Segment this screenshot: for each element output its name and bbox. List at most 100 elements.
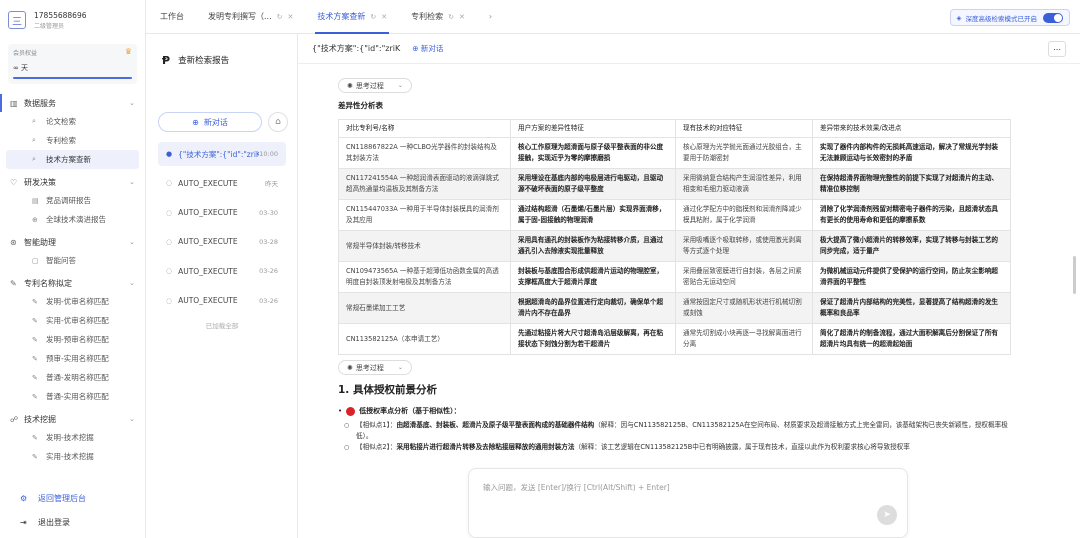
sidebar-item-icon: ⌕ — [32, 136, 36, 144]
point-label: 【相似点2】： — [356, 443, 397, 451]
sidebar-item-2-0[interactable]: ▢ 智能问答 — [6, 251, 139, 270]
points-list: 【相似点1】：由超滑基底、封装板、超滑片及原子级平整表面构成的基础器件结构 （解释… — [338, 420, 1018, 453]
sidebar-item-label: 实用-优审名称匹配 — [46, 316, 109, 325]
shield-icon: ◈ — [956, 13, 962, 22]
sidebar-item-4-1[interactable]: ✎ 实用-技术挖掘 — [6, 447, 139, 466]
table-row: 常规石墨烯加工工艺 根据超滑岛的晶界位置进行定向裁切，确保单个超滑片内不存在晶界通… — [338, 292, 1011, 324]
refresh-icon[interactable]: ↻ — [448, 13, 454, 21]
close-icon[interactable]: ✕ — [288, 13, 294, 21]
table-cell: 核心工作原理为超滑面与原子级平整表面的非公度接触，实现近乎为零的摩擦磨损 — [510, 137, 676, 169]
toggle-switch[interactable] — [1043, 12, 1063, 23]
history-item-label: AUTO_EXECUTE — [178, 296, 238, 305]
table-cell: 采用埋设在基底内部的电极层进行电驱动，且驱动源不破坏表面的原子级平整度 — [510, 168, 676, 200]
sidebar-item-3-0[interactable]: ✎ 发明-优审名称匹配 — [6, 292, 139, 311]
sidebar-item-label: 论文检索 — [46, 117, 76, 126]
thinking-toggle[interactable]: ✺ 思考过程 ⌄ — [338, 78, 412, 93]
sidebar-item-icon: ⌕ — [32, 117, 36, 125]
tab-tech-novelty[interactable]: 技术方案查新 ↻ ✕ — [305, 0, 399, 34]
query-bar: {"技术方案":{"id":"zriK ⊕ 新对话 ⋯ — [298, 34, 1080, 64]
table-header: 对比专利号/名称 用户方案的差异性特征 现有技术的对应特征 差异带来的技术效果/改进点 — [338, 119, 1011, 138]
section-label: ☍ 技术挖掘 — [10, 414, 56, 425]
send-button[interactable]: ➤ — [877, 505, 897, 525]
table-row: CN113582125A（本申请工艺） 先通过粘接片将大尺寸超滑岛沿层级解离，再在… — [338, 323, 1011, 355]
chat-icon: ◌ — [166, 267, 173, 276]
history-item[interactable]: ◌ AUTO_EXECUTE 03-28 — [158, 230, 286, 254]
close-icon[interactable]: ✕ — [381, 13, 387, 21]
sidebar-item-label: 技术方案查新 — [46, 155, 91, 164]
analysis-section: 1. 具体授权前景分析 • 低授权率点分析（基于相似性）： 【相似点1】：由超滑… — [338, 382, 1018, 453]
table-cell: 通过结构超滑（石墨烯/石墨片层）实现界面滑移，属于固-固接触的物理润滑 — [510, 199, 676, 231]
scrollbar[interactable] — [1073, 256, 1076, 294]
tab-invention-draft[interactable]: 发明专利撰写（... ↻ ✕ — [196, 0, 305, 34]
history-item[interactable]: ◌ AUTO_EXECUTE 03-26 — [158, 259, 286, 283]
new-chat-button[interactable]: ⊕ 新对话 — [158, 112, 262, 132]
sidebar-item-label: 普通-实用名称匹配 — [46, 392, 109, 401]
sidebar-item-label: 发明-技术挖掘 — [46, 433, 94, 442]
table-cell: 根据超滑岛的晶界位置进行定向裁切，确保单个超滑片内不存在晶界 — [510, 292, 676, 324]
crown-icon: ♛ — [124, 47, 132, 56]
back-admin-link[interactable]: ⚙ 返回管理后台 — [0, 488, 145, 508]
new-chat-link[interactable]: ⊕ 新对话 — [412, 43, 443, 54]
tab-patent-search[interactable]: 专利检索 ↻ ✕ — [399, 0, 477, 34]
sidebar-item-0-1[interactable]: ⌕ 专利检索 — [6, 131, 139, 150]
sidebar-section-2[interactable]: ⊛ 智能助理 ⌄ — [0, 233, 145, 251]
sidebar-item-0-0[interactable]: ⌕ 论文检索 — [6, 112, 139, 131]
sidebar-item-1-1[interactable]: ⊕ 全球技术演进报告 — [6, 210, 139, 229]
tab-scroll-right[interactable]: › — [477, 0, 504, 34]
refresh-icon[interactable]: ↻ — [277, 13, 283, 21]
diff-table: 对比专利号/名称 用户方案的差异性特征 现有技术的对应特征 差异带来的技术效果/改进点… — [338, 119, 1011, 355]
member-label: 会员权益 — [13, 50, 38, 57]
input-placeholder: 输入问题，发送 [Enter]/换行 [Ctrl(Alt/Shift) + En… — [483, 483, 670, 492]
sidebar-item-3-3[interactable]: ✎ 预审-实用名称匹配 — [6, 349, 139, 368]
sidebar-section-3[interactable]: ✎ 专利名称拟定 ⌄ — [0, 274, 145, 292]
sidebar-item-3-2[interactable]: ✎ 发明-预审名称匹配 — [6, 330, 139, 349]
member-card[interactable]: 会员权益 ♛ ∞ 天 — [8, 44, 137, 84]
history-item-time: 昨天 — [265, 180, 278, 189]
history-item[interactable]: ◌ AUTO_EXECUTE 昨天 — [158, 171, 286, 195]
main-panel: {"技术方案":{"id":"zriK ⊕ 新对话 ⋯ ✺ 思考过程 ⌄ 差异性… — [298, 34, 1080, 538]
history-item[interactable]: ◌ AUTO_EXECUTE 03-26 — [158, 289, 286, 313]
sidebar-item-label: 智能问答 — [46, 256, 76, 265]
sidebar-item-3-4[interactable]: ✎ 普通-发明名称匹配 — [6, 368, 139, 387]
sidebar-item-3-1[interactable]: ✎ 实用-优审名称匹配 — [6, 311, 139, 330]
history-item[interactable]: ◌ AUTO_EXECUTE 03-30 — [158, 201, 286, 225]
close-icon[interactable]: ✕ — [459, 13, 465, 21]
sidebar-section-0[interactable]: ▥ 数据服务 ⌄ — [0, 94, 145, 112]
home-button[interactable]: ⌂ — [268, 112, 288, 132]
chevron-down-icon: ⌄ — [129, 279, 135, 287]
table-header-cell: 用户方案的差异性特征 — [510, 119, 676, 138]
chat-icon: ◌ — [166, 179, 173, 188]
sidebar-item-3-5[interactable]: ✎ 普通-实用名称匹配 — [6, 387, 139, 406]
logout-link[interactable]: ⇥ 退出登录 — [0, 512, 145, 532]
more-button[interactable]: ⋯ — [1048, 41, 1066, 57]
thinking-toggle-2[interactable]: ✺ 思考过程 ⌄ — [338, 360, 412, 375]
sidebar-section-1[interactable]: ♡ 研发决策 ⌄ — [0, 173, 145, 191]
plus-icon: ⊕ — [192, 117, 199, 127]
table-cell: 通常先切割成小块再逐一寻找解离面进行分离 — [675, 323, 813, 355]
tab-label: 工作台 — [160, 12, 184, 21]
history-item-label: AUTO_EXECUTE — [178, 208, 238, 218]
chevron-down-icon: ⌄ — [129, 99, 135, 107]
section-label-text: 数据服务 — [24, 98, 56, 108]
active-indicator — [0, 94, 2, 112]
sidebar-item-icon: ✎ — [32, 316, 38, 325]
section-label: ♡ 研发决策 — [10, 177, 56, 188]
chat-input[interactable]: 输入问题，发送 [Enter]/换行 [Ctrl(Alt/Shift) + En… — [468, 468, 908, 538]
history-title: 查新检索报告 — [178, 56, 230, 66]
table-cell: 封装板与基底围合形成供超滑片运动的物理腔室，支撑框高度大于超滑片厚度 — [510, 261, 676, 293]
deep-search-toggle[interactable]: ◈ 深度高级检索模式已开启 — [949, 9, 1070, 26]
sidebar-item-4-0[interactable]: ✎ 发明-技术挖掘 — [6, 428, 139, 447]
history-item[interactable]: ● {"技术方案":{"id":"zriK 10:00 — [158, 142, 286, 166]
sidebar-item-0-2[interactable]: ⌕ 技术方案查新 — [6, 150, 139, 169]
sidebar-section-4[interactable]: ☍ 技术挖掘 ⌄ — [0, 410, 145, 428]
user-card[interactable]: 三 17855688696 二级管理员 — [0, 0, 145, 40]
point-bold: 采用粘接片进行超滑片转移及去除粘接层释放的通用封装方法 — [396, 443, 575, 451]
section-icon: ▥ — [10, 98, 18, 108]
tab-workbench[interactable]: 工作台 — [146, 0, 196, 34]
refresh-icon[interactable]: ↻ — [370, 13, 376, 21]
user-role: 二级管理员 — [34, 22, 65, 30]
point-bold: 由超滑基底、封装板、超滑片及原子级平整表面构成的基础器件结构 — [396, 421, 595, 429]
section-label: ✎ 专利名称拟定 — [10, 278, 72, 289]
table-header-cell: 现有技术的对应特征 — [675, 119, 813, 138]
sidebar-item-1-0[interactable]: ▤ 竞品调研报告 — [6, 191, 139, 210]
